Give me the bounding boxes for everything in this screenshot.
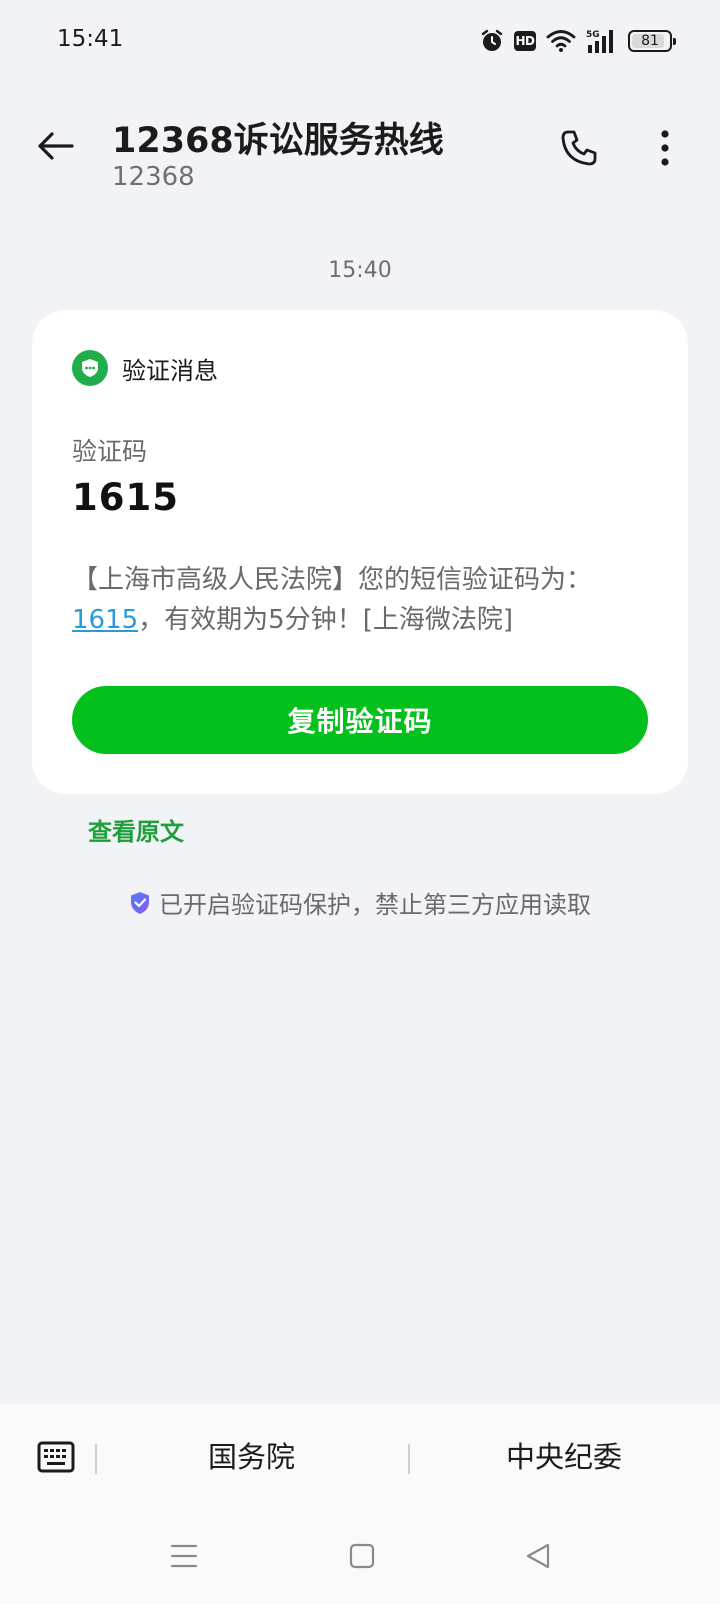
menu-icon <box>170 1544 198 1568</box>
message-body-line-2: 1615，有效期为5分钟！[上海微法院] <box>72 600 662 640</box>
bottom-bar: 国务院 中央纪委 <box>0 1404 720 1604</box>
view-original-link[interactable]: 查看原文 <box>88 812 184 847</box>
5g-signal-icon: 5G <box>586 28 618 54</box>
call-button[interactable] <box>555 124 603 172</box>
hd-icon: HD <box>514 31 536 51</box>
svg-text:5G: 5G <box>586 30 600 40</box>
more-options-button[interactable] <box>645 124 685 172</box>
back-button[interactable] <box>30 120 82 172</box>
message-shield-icon <box>72 350 108 386</box>
verification-message-card[interactable]: 验证消息 验证码 1615 【上海市高级人民法院】您的短信验证码为： 1615，… <box>32 310 688 794</box>
copy-code-button[interactable]: 复制验证码 <box>72 686 648 754</box>
phone-icon <box>561 130 597 166</box>
card-type-label: 验证消息 <box>122 356 218 385</box>
shield-check-icon <box>131 891 149 914</box>
contact-number: 12368 <box>112 162 195 192</box>
divider <box>95 1444 97 1474</box>
quick-reply-zhongyangjiwei[interactable]: 中央纪委 <box>506 1434 622 1476</box>
quick-reply-guowuyuan[interactable]: 国务院 <box>208 1434 295 1476</box>
divider <box>408 1444 410 1474</box>
back-triangle-icon <box>526 1543 550 1569</box>
protection-notice: 已开启验证码保护，禁止第三方应用读取 <box>0 885 720 920</box>
status-icons: HD 5G 81 <box>480 26 676 56</box>
battery-icon: 81 <box>628 30 676 52</box>
wifi-icon <box>546 29 576 53</box>
message-body: 【上海市高级人民法院】您的短信验证码为： 1615，有效期为5分钟！[上海微法院… <box>72 560 662 640</box>
status-bar: 15:41 HD 5G 81 <box>0 0 720 84</box>
home-square-icon <box>349 1543 375 1569</box>
menu-nav-button[interactable] <box>164 1536 204 1576</box>
message-timestamp: 15:40 <box>328 258 392 283</box>
code-link[interactable]: 1615 <box>72 605 138 635</box>
status-time: 15:41 <box>57 26 124 52</box>
contact-name: 12368诉讼服务热线 <box>112 121 444 161</box>
verification-code: 1615 <box>72 476 179 519</box>
battery-level: 81 <box>641 33 659 49</box>
more-vertical-icon <box>661 130 669 166</box>
protection-text: 已开启验证码保护，禁止第三方应用读取 <box>159 891 591 919</box>
code-label: 验证码 <box>72 437 148 466</box>
card-header: 验证消息 <box>72 350 218 386</box>
back-arrow-icon <box>38 132 74 160</box>
sms-conversation-screen: 15:41 HD 5G 81 12368诉讼服务热线 12368 15:40 验… <box>0 0 720 1604</box>
conversation-header: 12368诉讼服务热线 12368 <box>0 100 720 210</box>
back-nav-button[interactable] <box>518 1536 558 1576</box>
home-nav-button[interactable] <box>342 1536 382 1576</box>
message-body-rest: ，有效期为5分钟！[上海微法院] <box>138 605 514 635</box>
system-nav-bar <box>0 1528 720 1588</box>
alarm-icon <box>480 29 504 53</box>
message-body-line-1: 【上海市高级人民法院】您的短信验证码为： <box>72 565 593 595</box>
keyboard-button[interactable] <box>36 1440 76 1474</box>
keyboard-icon <box>37 1441 75 1473</box>
